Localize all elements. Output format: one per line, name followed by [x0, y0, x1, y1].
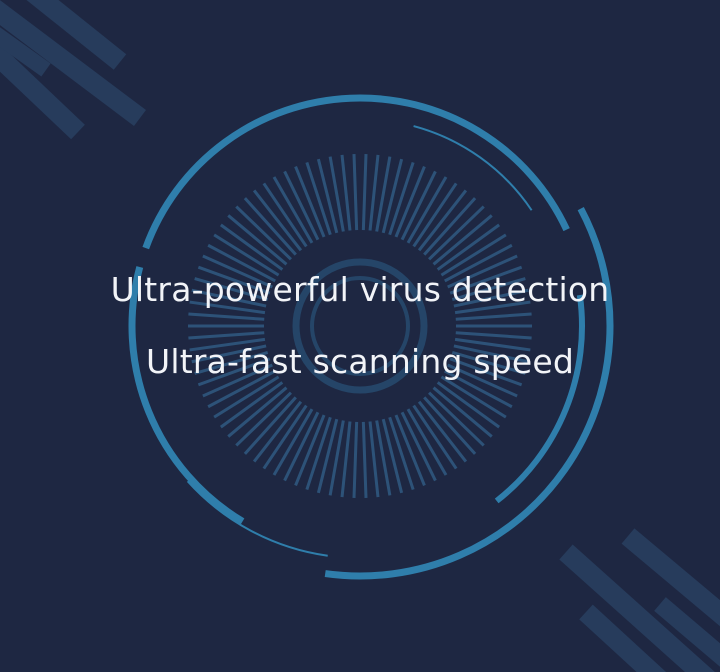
radial-tick	[455, 312, 532, 321]
radial-tick	[352, 421, 359, 498]
radial-tick	[428, 391, 485, 447]
thin-arc-top-right	[413, 125, 533, 211]
radial-tick	[455, 331, 532, 340]
radial-tick-burst	[188, 154, 532, 498]
radial-tick	[352, 154, 359, 231]
radial-tick	[262, 182, 308, 248]
radial-tick	[340, 421, 352, 498]
radial-tick	[235, 391, 292, 447]
headline-line-1: Ultra-powerful virus detection	[110, 270, 610, 309]
radial-tick	[262, 404, 308, 470]
radial-tick	[235, 205, 292, 261]
bottom-right-stripes	[559, 528, 720, 672]
radial-tick	[428, 205, 485, 261]
radial-tick	[412, 182, 458, 248]
radial-tick	[368, 421, 380, 498]
top-left-stripes	[0, 0, 147, 140]
radial-tick	[361, 421, 368, 498]
radial-tick	[361, 154, 368, 231]
radial-tick	[412, 404, 458, 470]
radial-tick	[188, 312, 265, 321]
radial-tick	[188, 331, 265, 340]
headline-line-2: Ultra-fast scanning speed	[145, 342, 575, 381]
radar-scanner-illustration	[0, 0, 720, 672]
radial-tick	[340, 154, 352, 231]
radial-tick	[368, 154, 380, 231]
